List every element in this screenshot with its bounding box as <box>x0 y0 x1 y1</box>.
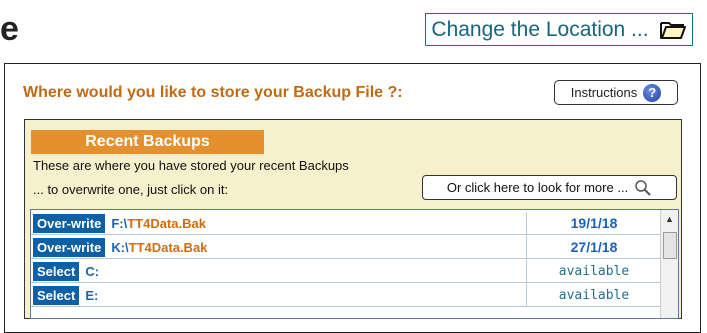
availability-status: available <box>558 287 630 303</box>
change-location-button[interactable]: Change the Location ... <box>425 13 693 46</box>
scroll-up-arrow-icon[interactable]: ▲ <box>661 210 678 227</box>
look-for-more-label: Or click here to look for more ... <box>446 180 629 195</box>
list-item[interactable]: Over-write F:\ TT4Data.Bak 19/1/18 <box>31 212 661 235</box>
instructions-label: Instructions <box>570 85 638 100</box>
help-question-icon: ? <box>643 83 662 102</box>
change-location-label: Change the Location ... <box>431 17 649 41</box>
drive-label: C: <box>85 263 100 279</box>
drive-label: K:\ <box>111 239 129 255</box>
drive-label: F:\ <box>111 215 128 231</box>
list-item[interactable]: Select C: available <box>31 260 661 283</box>
recent-backups-title: Recent Backups <box>31 130 264 154</box>
page-title-fragment: e <box>0 10 19 48</box>
recent-description-1: These are where you have stored your rec… <box>33 158 349 173</box>
overwrite-button[interactable]: Over-write <box>33 237 106 257</box>
look-for-more-button[interactable]: Or click here to look for more ... <box>422 175 677 200</box>
list-item[interactable]: Over-write K:\ TT4Data.Bak 27/1/18 <box>31 236 661 259</box>
scroll-thumb[interactable] <box>663 232 677 259</box>
storage-question: Where would you like to store your Backu… <box>23 84 403 101</box>
magnifier-icon <box>634 179 652 197</box>
select-button[interactable]: Select <box>33 261 80 281</box>
backup-locations-list: Over-write F:\ TT4Data.Bak 19/1/18 Over-… <box>30 209 679 319</box>
backup-date: 19/1/18 <box>570 215 618 231</box>
availability-status: available <box>558 263 630 279</box>
backup-filename: TT4Data.Bak <box>128 239 208 255</box>
backup-filename: TT4Data.Bak <box>127 215 206 231</box>
list-item[interactable]: Select E: available <box>31 284 661 307</box>
instructions-button[interactable]: Instructions ? <box>554 80 678 105</box>
drive-label: E: <box>85 287 99 303</box>
backup-date: 27/1/18 <box>570 239 618 255</box>
overwrite-button[interactable]: Over-write <box>33 213 106 233</box>
select-button[interactable]: Select <box>33 285 80 305</box>
list-scrollbar[interactable]: ▲ <box>660 210 678 318</box>
recent-description-2: ... to overwrite one, just click on it: <box>33 182 229 197</box>
folder-open-icon <box>659 19 687 41</box>
